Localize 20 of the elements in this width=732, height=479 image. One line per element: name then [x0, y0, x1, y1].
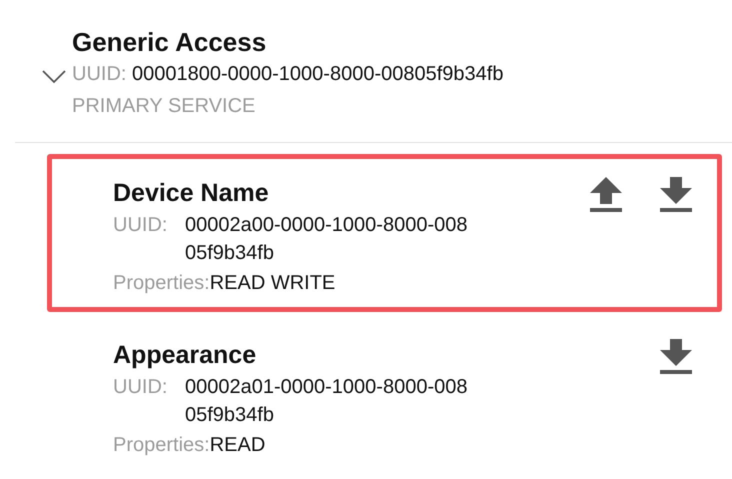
upload-icon[interactable]: [589, 177, 623, 213]
uuid-label: UUID:: [113, 375, 168, 400]
service-name: Generic Access: [72, 26, 268, 58]
uuid-value: 00002a01-0000-1000-8000-008: [185, 375, 468, 400]
download-icon[interactable]: [659, 339, 693, 375]
properties-value: READ: [210, 434, 266, 456]
properties-label: Properties:: [113, 434, 210, 456]
service-type: PRIMARY SERVICE: [72, 94, 256, 119]
uuid-value: 00002a00-0000-1000-8000-008: [185, 213, 468, 238]
uuid-value: 00001800-0000-1000-8000-00805f9b34fb: [131, 63, 504, 85]
chevron-down-icon[interactable]: [42, 70, 66, 84]
uuid-label: UUID:: [113, 213, 168, 238]
uuid-label: UUID:: [72, 63, 126, 85]
uuid-value: 05f9b34fb: [185, 403, 275, 428]
download-icon[interactable]: [659, 177, 693, 213]
properties-value: READ WRITE: [210, 272, 336, 294]
characteristic-name: Device Name: [113, 178, 270, 209]
uuid-value: 05f9b34fb: [185, 241, 275, 266]
characteristic-name: Appearance: [113, 340, 258, 371]
properties-label: Properties:: [113, 272, 210, 294]
